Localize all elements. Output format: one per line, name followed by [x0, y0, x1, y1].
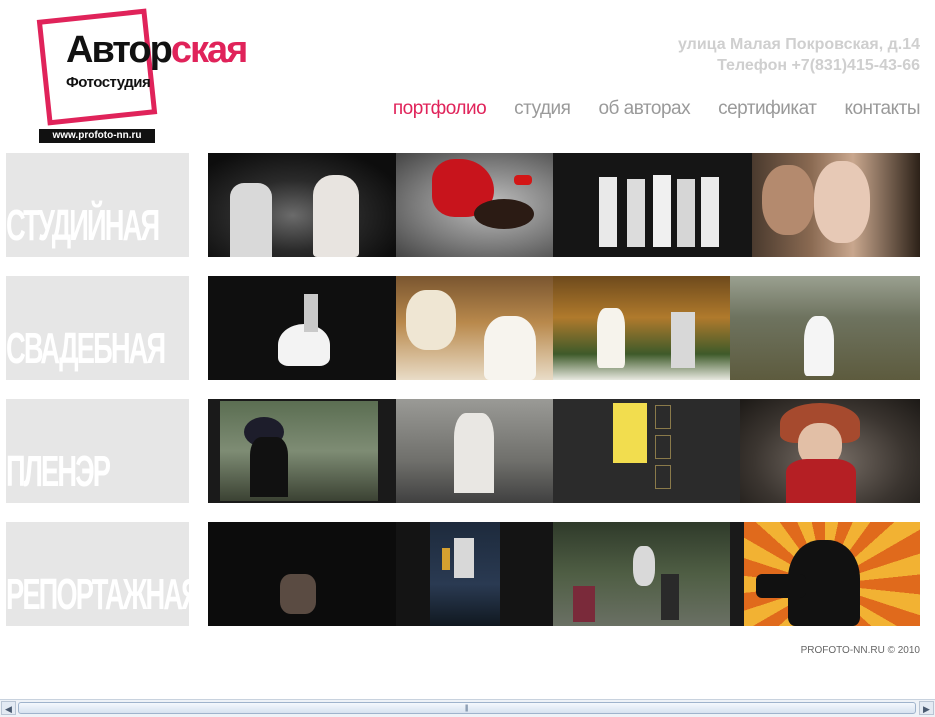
row-label-box[interactable]: СВАДЕБНАЯ — [6, 276, 189, 380]
photo-girl-scarf[interactable] — [740, 399, 920, 503]
row-label: СТУДИЙНАЯ — [6, 201, 160, 250]
photo-strip — [208, 399, 920, 503]
photo-man-industrial[interactable] — [396, 399, 553, 503]
row-label: СВАДЕБНАЯ — [6, 324, 166, 373]
main-nav: портфолио студия об авторах сертификат к… — [393, 98, 921, 120]
logo-title: Авторская — [66, 29, 248, 71]
nav-studio[interactable]: студия — [514, 98, 571, 120]
photo-girl-hat[interactable] — [208, 399, 396, 503]
copyright-text: PROFOTO-NN.RU © 2010 — [800, 645, 920, 656]
photo-bride-flowers[interactable] — [396, 276, 553, 380]
portfolio-row-studio[interactable]: СТУДИЙНАЯ — [6, 153, 920, 257]
row-label-box[interactable]: СТУДИЙНАЯ — [6, 153, 189, 257]
nav-certificate[interactable]: сертификат — [718, 98, 817, 120]
photo-bride-dark[interactable] — [208, 276, 396, 380]
photo-red-dress[interactable] — [396, 153, 553, 257]
logo-url[interactable]: www.profoto-nn.ru — [39, 129, 155, 143]
horizontal-scrollbar[interactable]: ◀ ||| ▶ — [0, 699, 935, 717]
logo-subtitle: Фотостудия — [66, 74, 151, 91]
photo-park-family[interactable] — [553, 522, 730, 626]
photo-album-spread[interactable] — [553, 399, 740, 503]
row-label-box[interactable]: ПЛЕНЭР — [6, 399, 189, 503]
scroll-right-arrow-icon[interactable]: ▶ — [919, 701, 934, 715]
phone-text: Телефон +7(831)415-43-66 — [717, 57, 920, 74]
logo[interactable]: Авторская Фотостудия www.profoto-nn.ru — [30, 8, 248, 146]
photo-photographer-silhouette[interactable] — [730, 522, 920, 626]
nav-contacts[interactable]: контакты — [844, 98, 920, 120]
photo-face-art[interactable] — [752, 153, 920, 257]
photo-saxophonist[interactable] — [396, 522, 553, 626]
photo-woman-chair[interactable] — [208, 522, 396, 626]
portfolio-row-reportage[interactable]: РЕПОРТАЖНАЯ — [6, 522, 920, 626]
photo-group-men[interactable] — [553, 153, 752, 257]
portfolio-row-pleinair[interactable]: ПЛЕНЭР — [6, 399, 920, 503]
row-label-box[interactable]: РЕПОРТАЖНАЯ — [6, 522, 189, 626]
photo-wedding-couple[interactable] — [208, 153, 396, 257]
photo-strip — [208, 153, 920, 257]
nav-authors[interactable]: об авторах — [598, 98, 690, 120]
row-label: ПЛЕНЭР — [6, 447, 111, 496]
photo-bride-ruins[interactable] — [730, 276, 920, 380]
photo-strip — [208, 276, 920, 380]
portfolio-row-wedding[interactable]: СВАДЕБНАЯ — [6, 276, 920, 380]
scrollbar-thumb[interactable]: ||| — [18, 702, 916, 714]
photo-strip — [208, 522, 920, 626]
scroll-left-arrow-icon[interactable]: ◀ — [1, 701, 16, 715]
address-text: улица Малая Покровская, д.14 — [677, 36, 920, 53]
contact-info: улица Малая Покровская, д.14 Телефон +7(… — [678, 34, 920, 76]
photo-church-wedding[interactable] — [553, 276, 730, 380]
nav-portfolio[interactable]: портфолио — [393, 98, 487, 120]
scrollbar-grip-icon: ||| — [465, 705, 469, 712]
row-label: РЕПОРТАЖНАЯ — [6, 570, 189, 619]
